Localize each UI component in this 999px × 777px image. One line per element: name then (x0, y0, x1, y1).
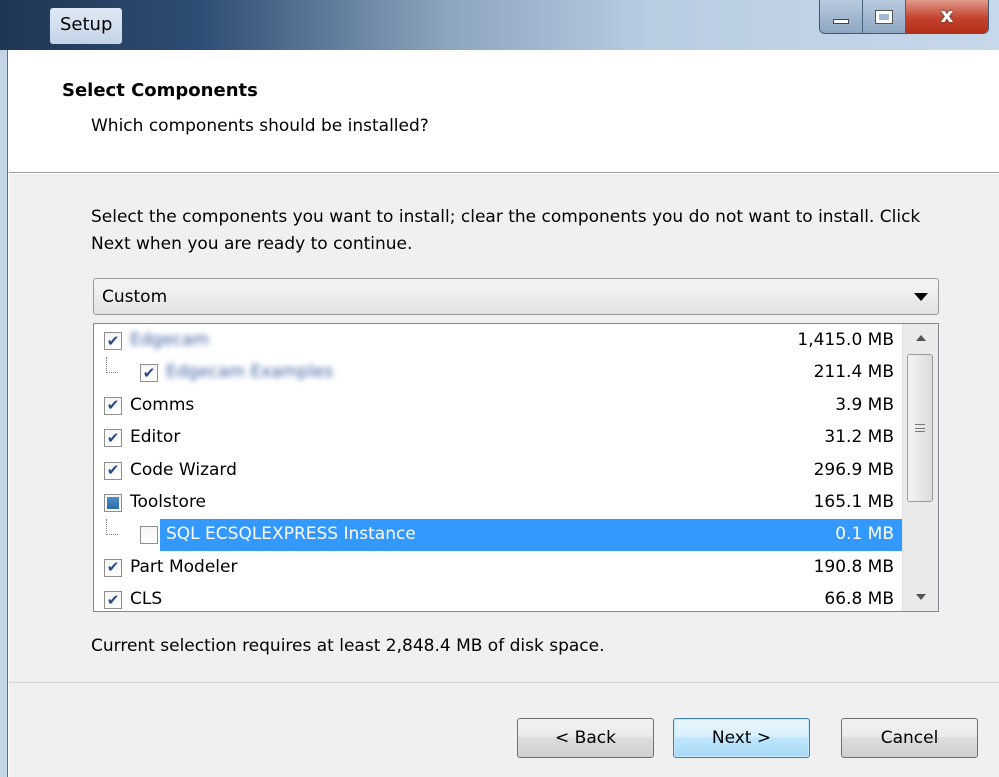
tree-connector (106, 519, 118, 536)
component-size: 296.9 MB (813, 459, 894, 480)
component-size: 190.8 MB (813, 556, 894, 577)
grip-icon (915, 424, 925, 432)
component-row[interactable]: ✔ Comms 3.9 MB (94, 390, 902, 422)
component-checkbox[interactable] (104, 494, 122, 512)
maximize-icon (875, 9, 893, 24)
component-row[interactable]: ✔ Edgecam 1,415.0 MB (94, 325, 902, 357)
scroll-thumb[interactable] (907, 354, 933, 502)
component-row[interactable]: ✔ Editor 31.2 MB (94, 422, 902, 454)
component-label: Editor (130, 427, 181, 448)
component-size: 0.1 MB (835, 524, 894, 545)
component-size: 211.4 MB (813, 362, 894, 383)
check-icon: ✔ (106, 428, 120, 447)
component-checkbox[interactable]: ✔ (104, 332, 122, 350)
disk-space-text: Current selection requires at least 2,84… (91, 636, 605, 656)
vertical-scrollbar[interactable] (902, 324, 938, 611)
check-icon: ✔ (106, 396, 120, 415)
check-icon: ✔ (142, 363, 156, 382)
component-row[interactable]: ✔ Code Wizard 296.9 MB (94, 455, 902, 487)
check-icon: ✔ (106, 461, 120, 480)
component-checkbox[interactable]: ✔ (104, 558, 122, 577)
component-row[interactable]: Toolstore 165.1 MB (94, 487, 902, 519)
component-checkbox[interactable]: ✔ (104, 461, 122, 480)
component-label: Toolstore (130, 492, 207, 512)
minimize-icon (833, 19, 849, 24)
wizard-header: Select Components Which components shoul… (9, 50, 999, 173)
component-row[interactable]: ✔ CLS 66.8 MB (94, 584, 902, 611)
title-bar: Setup x (0, 0, 999, 50)
component-size: 3.9 MB (835, 394, 894, 415)
component-row[interactable]: ✔ Part Modeler 190.8 MB (94, 552, 902, 584)
component-size: 1,415.0 MB (797, 330, 894, 350)
component-row[interactable]: SQL ECSQLEXPRESS Instance 0.1 MB (94, 519, 902, 552)
component-label: Part Modeler (130, 556, 238, 577)
wizard-body: Select the components you want to instal… (9, 174, 999, 682)
chevron-down-icon (914, 293, 928, 301)
component-size: 66.8 MB (824, 589, 894, 610)
component-checkbox[interactable]: ✔ (104, 396, 122, 415)
setup-type-value: Custom (102, 286, 168, 307)
component-label: Code Wizard (130, 459, 237, 480)
component-label: Comms (130, 394, 195, 415)
component-size: 31.2 MB (824, 427, 894, 448)
component-label: Edgecam (130, 330, 210, 350)
component-checkbox[interactable]: ✔ (104, 428, 122, 448)
component-checkbox[interactable]: ✔ (104, 590, 122, 610)
component-label: SQL ECSQLEXPRESS Instance (166, 524, 416, 545)
component-checkbox[interactable] (140, 526, 158, 545)
close-button[interactable]: x (906, 0, 988, 33)
back-button[interactable]: < Back (517, 718, 654, 758)
cancel-button[interactable]: Cancel (841, 718, 978, 758)
components-list[interactable]: ✔ Edgecam 1,415.0 MB ✔ Edgecam Examples 211.4… (93, 323, 939, 612)
wizard-footer: < Back Next > Cancel (9, 682, 999, 777)
next-button[interactable]: Next > (673, 718, 810, 758)
window-frame-left (0, 50, 8, 777)
setup-type-dropdown[interactable]: Custom (93, 278, 939, 315)
scroll-up-button[interactable] (903, 324, 938, 352)
instructions-text: Select the components you want to instal… (91, 207, 921, 254)
component-checkbox[interactable]: ✔ (140, 363, 158, 383)
component-label: CLS (130, 589, 163, 610)
page-subtitle: Which components should be installed? (91, 116, 429, 136)
window-title: Setup (50, 8, 123, 44)
minimize-button[interactable] (820, 0, 863, 33)
component-size: 165.1 MB (813, 492, 894, 512)
maximize-button[interactable] (863, 0, 906, 33)
close-icon: x (940, 2, 954, 27)
window-controls: x (819, 0, 989, 34)
arrow-up-icon (916, 335, 926, 341)
page-title: Select Components (62, 80, 258, 101)
check-icon: ✔ (106, 590, 120, 609)
component-label: Edgecam Examples (166, 362, 334, 383)
check-icon: ✔ (106, 558, 120, 577)
arrow-down-icon (916, 594, 926, 600)
check-icon: ✔ (106, 331, 120, 350)
tree-connector (106, 357, 118, 374)
scroll-down-button[interactable] (903, 583, 938, 611)
component-row[interactable]: ✔ Edgecam Examples 211.4 MB (94, 357, 902, 389)
